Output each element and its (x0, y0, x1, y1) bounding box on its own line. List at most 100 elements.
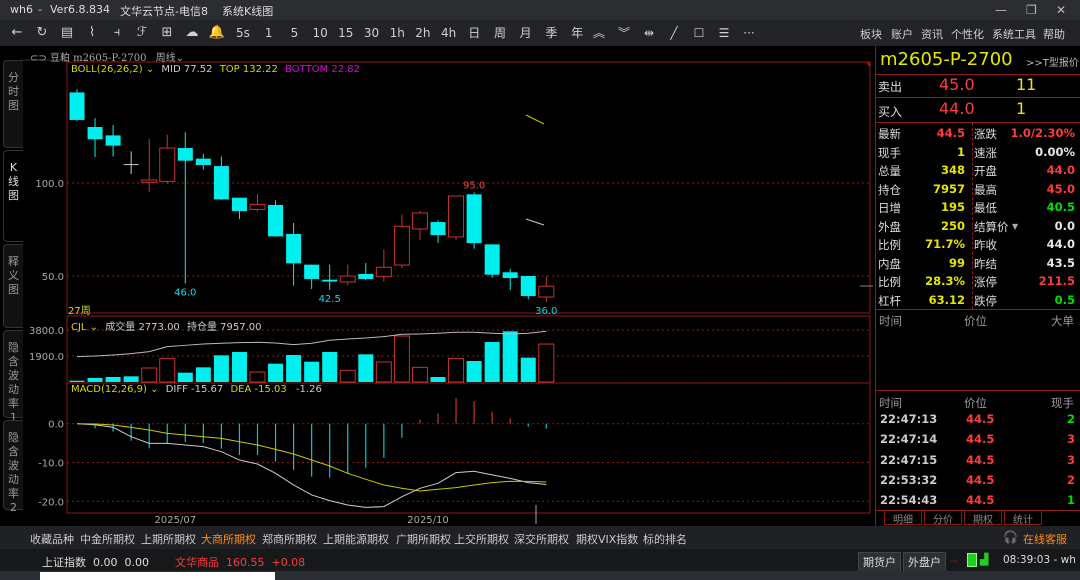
stat-label: 最新 (878, 127, 901, 141)
stat-label: 最高 (974, 182, 997, 197)
candle-body[interactable] (105, 135, 121, 146)
exchange-tab-6[interactable]: 广期所期权 (396, 531, 451, 547)
quote-tab-2[interactable]: 期权 (964, 511, 1002, 526)
quote-panel: m2605-P-2700 >>T型报价 卖出 45.0 11 买入 44.0 1… (875, 46, 1080, 526)
candle-body[interactable] (375, 266, 392, 277)
stat-label: 开盘 (974, 164, 997, 178)
sh-index: 上证指数 0.00 0.00 (42, 556, 149, 569)
exchange-tab-10[interactable]: 标的排名 (643, 531, 687, 547)
link-icon[interactable]: ⊂⊃ (30, 53, 47, 64)
candle-body[interactable] (430, 222, 446, 236)
candle-body[interactable] (213, 166, 229, 200)
stat-row: 比例 71.7% 昨收 44.0 (878, 235, 1078, 253)
clock: 08:39:03 - wh (1003, 554, 1076, 566)
big-col-time: 时间 (879, 314, 902, 328)
boll-top-line (525, 114, 545, 125)
futures-account-button[interactable]: 期货户 (858, 552, 901, 572)
exchange-tab-7[interactable]: 上交所期权 (454, 531, 509, 547)
cjl-volume: 成交量 2773.00 (105, 322, 180, 333)
candle-body[interactable] (538, 285, 555, 298)
trade-row: 22:47:13 44.5 2 (878, 410, 1078, 428)
volume-bar (430, 377, 446, 382)
candle-body[interactable] (448, 195, 465, 238)
wh-index: 文华商品 160.55 +0.08 (175, 556, 306, 569)
exchange-tab-3[interactable]: 大商所期权 (201, 531, 256, 551)
candle-body[interactable] (195, 158, 211, 165)
exchange-tab-2[interactable]: 上期所期权 (141, 531, 196, 547)
ask-price: 45.0 (939, 75, 975, 94)
boll-label[interactable]: BOLL(26,26,2) (71, 64, 143, 75)
candle-body[interactable] (466, 194, 482, 244)
price-annotation: 42.5 (319, 294, 341, 305)
candle-body[interactable] (304, 264, 320, 279)
stat-label: 杠杆 (878, 293, 901, 308)
taskbar-strip (0, 571, 1080, 580)
candle-body[interactable] (286, 233, 302, 264)
candle-body[interactable] (502, 272, 518, 279)
volume-bar (375, 361, 392, 383)
candle-body[interactable] (231, 197, 247, 212)
price-annotation: 95.0 (463, 180, 485, 191)
chevron-down-icon[interactable]: ⌄ (176, 53, 184, 64)
exchange-tab-0[interactable]: 收藏品种 (30, 531, 74, 547)
candle-body[interactable] (339, 275, 356, 283)
macd-label[interactable]: MACD(12,26,9) (71, 384, 147, 395)
exchange-tab-4[interactable]: 郑商所期权 (262, 531, 317, 547)
headset-icon[interactable]: 🎧 (1003, 530, 1018, 544)
stat-value: 71.7% (925, 237, 965, 251)
exchange-tab-9[interactable]: 期权VIX指数 (576, 531, 638, 547)
bid-qty: 1 (1016, 99, 1027, 118)
boll-mid: MID 77.52 (161, 64, 213, 75)
stat-label: 比例 (878, 275, 901, 289)
candle-body[interactable] (69, 92, 85, 120)
candle-body[interactable] (268, 204, 284, 237)
volume-bar (484, 342, 500, 382)
stat-value: 7957 (932, 181, 965, 196)
volume-bar (393, 335, 410, 383)
trade-col-time: 时间 (879, 396, 902, 410)
cjl-oi: 持仓量 7957.00 (186, 322, 262, 333)
trade-col-qty: 现手 (1051, 396, 1074, 410)
stat-value: 28.3% (925, 274, 965, 288)
candle-body[interactable] (177, 148, 193, 161)
bar-count: 27周 (68, 306, 91, 317)
trade-qty: 3 (1066, 432, 1075, 447)
exchange-tab-1[interactable]: 中金所期权 (80, 531, 135, 547)
candle-body[interactable] (484, 244, 500, 275)
t-quote-link[interactable]: >>T型报价 (1026, 54, 1079, 69)
volume-tick: 3800.0 (29, 326, 64, 337)
candle-body[interactable] (87, 127, 103, 140)
trade-row: 22:53:32 44.5 2 (878, 471, 1078, 489)
candle-body[interactable] (249, 203, 266, 210)
volume-bar (322, 352, 338, 382)
online-service[interactable]: 在线客服 (1023, 531, 1067, 547)
volume-bar (249, 371, 266, 383)
volume-bar (231, 352, 247, 382)
candle-body[interactable] (393, 225, 410, 266)
candle-body[interactable] (358, 273, 374, 279)
quote-tab-0[interactable]: 明细 (884, 511, 922, 526)
stat-label: 持仓 (878, 182, 901, 197)
volume-bar (87, 378, 103, 382)
foreign-account-button[interactable]: 外盘户 (903, 552, 946, 572)
candle-body[interactable] (411, 212, 428, 230)
price-annotation: 36.0 (535, 306, 557, 317)
stat-value: 1.0/2.30% (1010, 126, 1075, 140)
quote-tab-3[interactable]: 统计 (1004, 511, 1042, 526)
period-select[interactable]: 周线 (156, 53, 176, 64)
candle-body[interactable] (159, 147, 176, 182)
candle-body[interactable] (141, 179, 158, 183)
cjl-label[interactable]: CJL (71, 322, 87, 333)
instrument-name: 豆粕 (49, 53, 70, 64)
exchange-tab-5[interactable]: 上期能源期权 (323, 531, 389, 547)
candle-body[interactable] (322, 279, 338, 282)
candle-body[interactable] (520, 276, 536, 297)
stat-label: 最低 (974, 201, 997, 215)
volume-tick: 1900.0 (29, 352, 64, 363)
boll-legend: BOLL(26,26,2) ⌄ MID 77.52 TOP 132.22 BOT… (71, 64, 360, 75)
stat-label[interactable]: 结算价 (974, 219, 1009, 235)
exchange-tab-8[interactable]: 深交所期权 (514, 531, 569, 547)
dropdown-icon[interactable]: ▼ (1012, 222, 1018, 231)
battery-icon (967, 553, 977, 567)
quote-tab-1[interactable]: 分价 (924, 511, 962, 526)
